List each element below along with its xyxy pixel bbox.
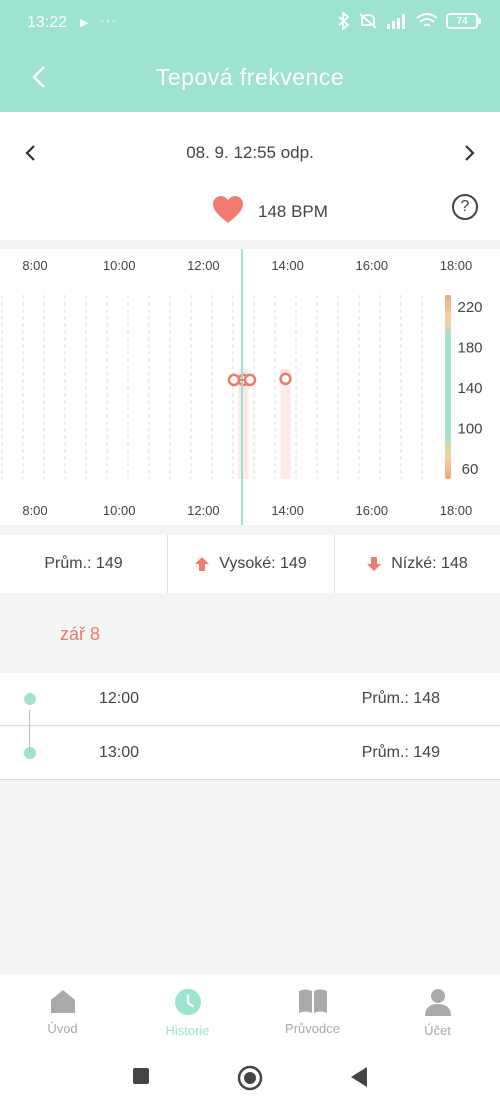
system-navigation-bar — [0, 1043, 500, 1111]
recent-apps-icon[interactable] — [132, 1067, 150, 1085]
book-icon — [298, 989, 327, 1013]
clock-icon — [174, 988, 201, 1016]
date-section: 08. 9. 12:55 odp. 148 BPM ? — [0, 112, 500, 240]
battery-icon: 74 — [446, 13, 481, 29]
arrow-up-icon — [195, 557, 210, 571]
nav-label: Historie — [165, 1023, 210, 1038]
signal-icon — [387, 14, 405, 29]
mute-icon — [359, 13, 377, 29]
history-average: Prům.: 148 — [361, 690, 440, 707]
bluetooth-icon — [338, 12, 350, 30]
nav-label: Průvodce — [285, 1021, 340, 1036]
history-time: 12:00 — [99, 690, 140, 707]
y-axis-tick: 220 — [457, 299, 482, 316]
high-value: Vysoké: 149 — [219, 555, 307, 572]
x-axis-tick-top: 8:00 — [22, 258, 47, 273]
color-scale-bar — [445, 295, 451, 479]
y-axis-tick: 100 — [457, 421, 482, 438]
status-time: 13:22 — [27, 14, 68, 31]
selected-point-left — [227, 373, 241, 387]
home-button-icon[interactable] — [237, 1065, 263, 1091]
home-icon — [50, 990, 75, 1013]
help-button[interactable]: ? — [452, 194, 478, 220]
y-axis-tick: 180 — [457, 340, 482, 357]
y-axis-tick: 140 — [457, 380, 482, 397]
page-title: Tepová frekvence — [155, 64, 345, 90]
history-time: 13:00 — [99, 744, 140, 761]
high-stat: Vysoké: 149 — [167, 535, 334, 593]
x-axis-tick-bottom: 8:00 — [22, 503, 47, 518]
chevron-right-icon — [465, 145, 475, 161]
x-axis-tick-top: 16:00 — [356, 258, 389, 273]
nav-item-guide[interactable]: Průvodce — [250, 988, 375, 1036]
heart-rate-chart[interactable]: 8:00 8:00 10:00 10:00 12:00 12:00 14:00 14:00 16… — [0, 249, 500, 525]
low-value: Nízké: 148 — [391, 555, 468, 572]
history-average: Prům.: 149 — [361, 744, 440, 761]
more-notifications-icon: ··· — [100, 12, 117, 28]
x-axis-tick-top: 18:00 — [440, 258, 473, 273]
low-stat: Nízké: 148 — [334, 535, 500, 593]
x-axis-tick-bottom: 12:00 — [187, 503, 220, 518]
back-triangle-icon[interactable] — [350, 1066, 368, 1088]
nav-item-home[interactable]: Úvod — [0, 988, 125, 1036]
x-axis-tick-top: 10:00 — [103, 258, 136, 273]
bottom-navigation: Úvod Historie Průvodce Účet — [0, 973, 500, 1043]
chart-svg: 8:00 8:00 10:00 10:00 12:00 12:00 14:00 14:00 16… — [1, 249, 483, 525]
day-label: zář 8 — [60, 624, 101, 644]
arrow-down-icon — [367, 557, 382, 571]
next-date-button[interactable] — [454, 138, 484, 168]
header-bar: 13:22 ▶ ··· 74 Tepová frekvence — [0, 0, 500, 112]
y-axis-tick: 60 — [462, 461, 479, 478]
x-axis-tick-top: 14:00 — [271, 258, 304, 273]
selected-point-right — [243, 373, 257, 387]
data-point — [279, 372, 292, 386]
current-bpm: 148 BPM — [258, 202, 328, 221]
average-stat: Prům.: 149 — [0, 535, 167, 593]
data-bar — [280, 369, 291, 479]
nav-item-account[interactable]: Účet — [375, 988, 500, 1038]
x-axis-tick-top: 12:00 — [187, 258, 220, 273]
user-icon — [424, 989, 451, 1016]
play-notification-icon: ▶ — [80, 17, 89, 29]
average-value: Prům.: 149 — [44, 555, 123, 572]
wifi-icon — [416, 13, 438, 27]
history-item[interactable]: 12:00 Prům.: 148 — [0, 673, 500, 726]
current-bpm-row: 148 BPM ? — [0, 194, 500, 230]
nav-item-history[interactable]: Historie — [125, 988, 250, 1038]
nav-label: Účet — [424, 1023, 451, 1038]
x-axis-tick-bottom: 10:00 — [103, 503, 136, 518]
status-icons: 74 — [338, 12, 481, 30]
x-axis-tick-bottom: 18:00 — [440, 503, 473, 518]
timeline-dot — [24, 747, 36, 759]
x-axis-tick-bottom: 14:00 — [271, 503, 304, 518]
status-bar: 13:22 ▶ ··· 74 — [0, 0, 500, 46]
stats-bar: Prům.: 149 Vysoké: 149 Nízké: 148 — [0, 535, 500, 593]
x-axis-tick-bottom: 16:00 — [356, 503, 389, 518]
history-item[interactable]: 13:00 Prům.: 149 — [0, 727, 500, 780]
heart-icon — [213, 196, 243, 223]
nav-label: Úvod — [47, 1021, 78, 1036]
timeline-dot — [24, 693, 36, 705]
timeline-line — [29, 710, 30, 752]
date-label: 08. 9. 12:55 odp. — [186, 143, 314, 162]
